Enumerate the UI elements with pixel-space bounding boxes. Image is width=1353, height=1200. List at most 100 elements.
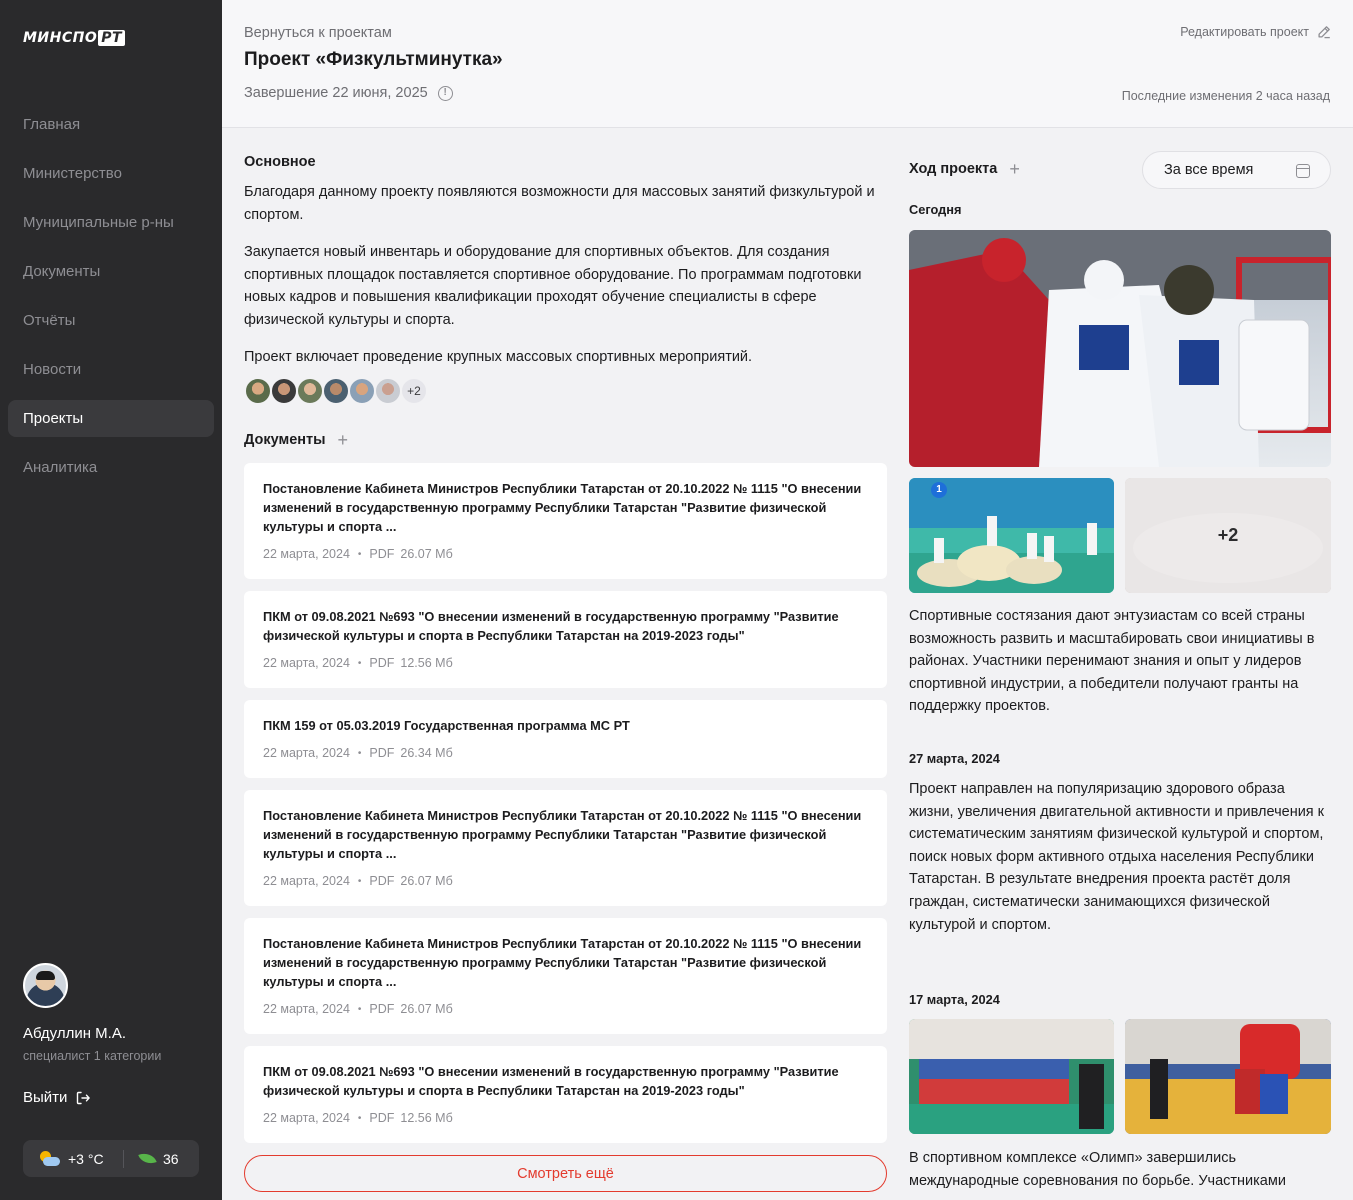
add-progress-plus-icon[interactable]: + <box>1009 160 1020 178</box>
sidebar-item-ministry[interactable]: Министерство <box>8 155 214 192</box>
period-select[interactable]: За все время <box>1142 151 1331 189</box>
page-title: Проект «Физкультминутка» <box>244 49 503 70</box>
sidebar-item-districts[interactable]: Муниципальные р-ны <box>8 204 214 241</box>
document-date: 22 марта, 2024 <box>263 746 350 760</box>
progress-heading: Ход проекта + <box>909 160 1020 178</box>
avatar[interactable] <box>270 377 298 405</box>
photo-badge: 1 <box>931 482 947 498</box>
show-more-button[interactable]: Смотреть ещё <box>244 1155 887 1192</box>
document-type: PDF <box>369 547 395 561</box>
document-size: 26.07 Мб <box>400 874 453 888</box>
sidebar-item-projects[interactable]: Проекты <box>8 400 214 437</box>
back-link[interactable]: Вернуться к проектам <box>244 25 392 41</box>
document-date: 22 марта, 2024 <box>263 656 350 670</box>
avatar[interactable] <box>23 963 68 1008</box>
progress-text: Спортивные состязания дают энтузиастам с… <box>909 608 1315 715</box>
progress-photo-wrestling-match[interactable] <box>1125 1019 1331 1134</box>
avatar[interactable] <box>322 377 350 405</box>
temperature: +3 °C <box>68 1150 104 1167</box>
progress-date: 27 марта, 2024 <box>909 751 1000 766</box>
document-meta: 22 марта, 2024 • PDF 26.07 Мб <box>263 874 453 888</box>
progress-photo-podium[interactable]: 1 <box>909 478 1114 593</box>
overview-paragraph-1: Благодаря данному проекту появляются воз… <box>244 184 875 223</box>
weather: +3 °C <box>23 1150 123 1167</box>
overview-paragraph-2: Закупается новый инвентарь и оборудовани… <box>244 244 862 328</box>
sidebar: МИНСПО РТ Главная Министерство Муниципаль… <box>0 0 222 1200</box>
progress-text: В спортивном комплексе «Олимп» завершили… <box>909 1150 1286 1189</box>
logout-icon <box>77 1091 91 1104</box>
document-type: PDF <box>369 874 395 888</box>
progress-text: Проект направлен на популяризацию здоров… <box>909 781 1325 933</box>
edit-project-button[interactable]: Редактировать проект <box>1180 25 1331 39</box>
participants[interactable]: +2 <box>244 377 428 405</box>
avatar[interactable] <box>244 377 272 405</box>
last-change: Последние изменения 2 часа назад <box>1121 89 1330 103</box>
document-card[interactable]: ПКМ от 09.08.2021 №693 "О внесении измен… <box>244 1046 887 1143</box>
document-title: Постановление Кабинета Министров Республ… <box>263 808 862 861</box>
progress-photo-hockey[interactable] <box>909 230 1331 467</box>
logo-text: МИНСПО РТ <box>23 30 126 46</box>
document-card[interactable]: ПКМ 159 от 05.03.2019 Государственная пр… <box>244 700 887 778</box>
document-title: ПКМ от 09.08.2021 №693 "О внесении измен… <box>263 1064 839 1098</box>
sidebar-item-analytics[interactable]: Аналитика <box>8 449 214 486</box>
user-name: Абдуллин М.А. <box>23 1025 127 1042</box>
eco-value: 36 <box>163 1150 179 1167</box>
documents-heading: Документы + <box>244 431 349 449</box>
overview-paragraph-3: Проект включает проведение крупных массо… <box>244 349 753 365</box>
document-type: PDF <box>369 656 395 670</box>
document-date: 22 марта, 2024 <box>263 547 350 561</box>
eco-index: 36 <box>124 1149 179 1168</box>
progress-photo-wrestlers-lineup[interactable] <box>909 1019 1114 1134</box>
weather-icon <box>38 1150 60 1167</box>
document-title: Постановление Кабинета Министров Республ… <box>263 936 862 989</box>
avatar[interactable] <box>296 377 324 405</box>
deadline: Завершение 22 июня, 2025 ! <box>244 85 453 101</box>
sidebar-nav: Главная Министерство Муниципальные р-ны … <box>8 106 214 498</box>
document-date: 22 марта, 2024 <box>263 1002 350 1016</box>
sidebar-item-home[interactable]: Главная <box>8 106 214 143</box>
leaf-icon <box>138 1149 157 1168</box>
document-title: ПКМ от 09.08.2021 №693 "О внесении измен… <box>263 609 839 643</box>
overview-heading-text: Основное <box>244 154 316 170</box>
document-size: 12.56 Мб <box>400 656 453 670</box>
progress-heading-text: Ход проекта <box>909 161 998 177</box>
document-meta: 22 марта, 2024 • PDF 12.56 Мб <box>263 656 453 670</box>
edit-project-label: Редактировать проект <box>1180 25 1309 39</box>
progress-date: Сегодня <box>909 202 962 217</box>
document-size: 12.56 Мб <box>400 1111 453 1125</box>
document-meta: 22 марта, 2024 • PDF 26.34 Мб <box>263 746 453 760</box>
sidebar-item-news[interactable]: Новости <box>8 351 214 388</box>
participants-more[interactable]: +2 <box>400 377 428 405</box>
calendar-icon <box>1296 164 1310 178</box>
info-icon[interactable]: ! <box>437 85 453 101</box>
sidebar-item-documents[interactable]: Документы <box>8 253 214 290</box>
more-photos-overlay[interactable]: +2 <box>1125 478 1331 593</box>
user-block: Абдуллин М.А. специалист 1 категории Вый… <box>23 963 161 1106</box>
document-meta: 22 марта, 2024 • PDF 26.07 Мб <box>263 1002 453 1016</box>
match-photo <box>1125 1019 1331 1134</box>
hockey-photo <box>909 230 1331 467</box>
document-card[interactable]: Постановление Кабинета Министров Республ… <box>244 918 887 1034</box>
status-widget[interactable]: +3 °C 36 <box>23 1140 199 1177</box>
wrestlers-photo <box>909 1019 1114 1134</box>
document-type: PDF <box>369 1002 395 1016</box>
overview-heading: Основное <box>244 154 316 170</box>
document-date: 22 марта, 2024 <box>263 874 350 888</box>
progress-photo-more[interactable]: +2 <box>1125 478 1331 593</box>
document-card[interactable]: Постановление Кабинета Министров Республ… <box>244 790 887 906</box>
logo[interactable]: МИНСПО РТ <box>23 30 126 46</box>
document-card[interactable]: ПКМ от 09.08.2021 №693 "О внесении измен… <box>244 591 887 688</box>
document-title: ПКМ 159 от 05.03.2019 Государственная пр… <box>263 718 630 733</box>
sidebar-item-reports[interactable]: Отчёты <box>8 302 214 339</box>
logout-button[interactable]: Выйти <box>23 1089 91 1106</box>
avatar[interactable] <box>374 377 402 405</box>
avatar[interactable] <box>348 377 376 405</box>
document-size: 26.34 Мб <box>400 746 453 760</box>
document-size: 26.07 Мб <box>400 547 453 561</box>
documents-heading-text: Документы <box>244 432 326 448</box>
document-card[interactable]: Постановление Кабинета Министров Республ… <box>244 463 887 579</box>
edit-icon <box>1318 26 1330 39</box>
logout-label: Выйти <box>23 1089 68 1106</box>
add-document-plus-icon[interactable]: + <box>338 431 349 449</box>
document-title: Постановление Кабинета Министров Республ… <box>263 481 862 534</box>
